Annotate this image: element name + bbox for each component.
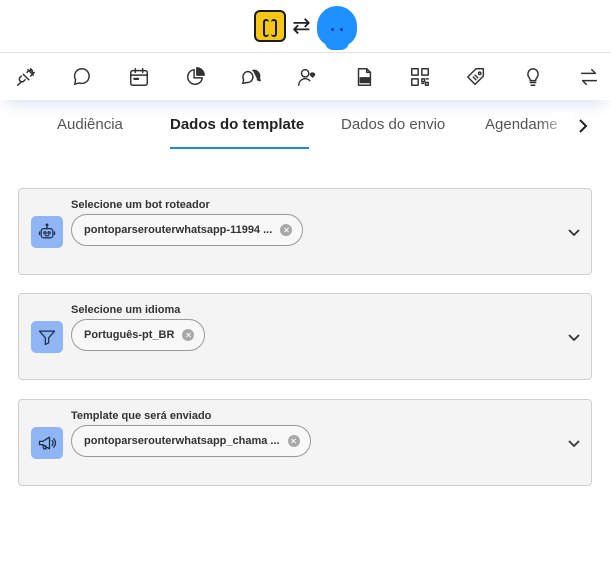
qr-code-icon[interactable] [408, 65, 432, 89]
clear-icon[interactable] [287, 435, 300, 447]
selected-language-chip[interactable]: Português-pt_BR [71, 319, 206, 351]
chip-label: Português-pt_BR [84, 329, 175, 341]
calendar-icon[interactable] [127, 65, 151, 89]
language-select[interactable]: Selecione um idioma Português-pt_BR [18, 293, 592, 380]
bot-router-select[interactable]: Selecione um bot roteador pontoparserout… [18, 188, 592, 275]
chat-bubbles-icon[interactable] [239, 65, 263, 89]
blue-mascot-logo-icon [316, 6, 357, 50]
chevron-down-icon[interactable] [567, 225, 581, 239]
field-label: Template que será enviado [71, 410, 212, 422]
tab-dados-do-envio[interactable]: Dados do envio [341, 116, 445, 133]
step-tabs: Audiência Dados do template Dados do env… [0, 104, 611, 152]
chip-label: pontoparserouterwhatsapp_chama ... [84, 435, 280, 447]
integration-header: ⇄ [0, 0, 611, 52]
chevron-right-icon[interactable] [575, 116, 591, 136]
tab-dados-do-template[interactable]: Dados do template [170, 116, 304, 133]
template-select[interactable]: Template que será enviado pontoparserout… [18, 399, 592, 486]
user-heart-icon[interactable] [295, 65, 319, 89]
document-code-icon[interactable] [352, 65, 376, 89]
filter-icon [31, 321, 63, 353]
yellow-app-logo-icon [254, 10, 287, 42]
selected-bot-chip[interactable]: pontoparserouterwhatsapp-11994 ... [71, 214, 304, 246]
field-label: Selecione um idioma [71, 304, 181, 316]
pie-chart-icon[interactable] [183, 65, 207, 89]
toolbar [0, 52, 611, 100]
swap-icon[interactable] [577, 65, 601, 89]
chat-bubble-icon[interactable] [70, 65, 94, 89]
chevron-down-icon[interactable] [567, 330, 581, 344]
selected-template-chip[interactable]: pontoparserouterwhatsapp_chama ... [71, 425, 311, 457]
active-tab-indicator [170, 147, 309, 149]
clear-icon[interactable] [182, 329, 195, 341]
plug-icon[interactable] [14, 65, 38, 89]
swap-arrows-icon: ⇄ [292, 13, 311, 38]
lightbulb-icon[interactable] [521, 65, 545, 89]
tag-icon[interactable] [464, 65, 488, 89]
field-label: Selecione um bot roteador [71, 199, 210, 211]
chevron-down-icon[interactable] [567, 436, 581, 450]
clear-icon[interactable] [280, 224, 293, 236]
megaphone-icon [31, 427, 63, 459]
chip-label: pontoparserouterwhatsapp-11994 ... [84, 224, 273, 236]
robot-icon [31, 216, 63, 248]
tab-audiencia[interactable]: Audiência [57, 116, 123, 133]
tab-overflow-fade [540, 112, 572, 142]
